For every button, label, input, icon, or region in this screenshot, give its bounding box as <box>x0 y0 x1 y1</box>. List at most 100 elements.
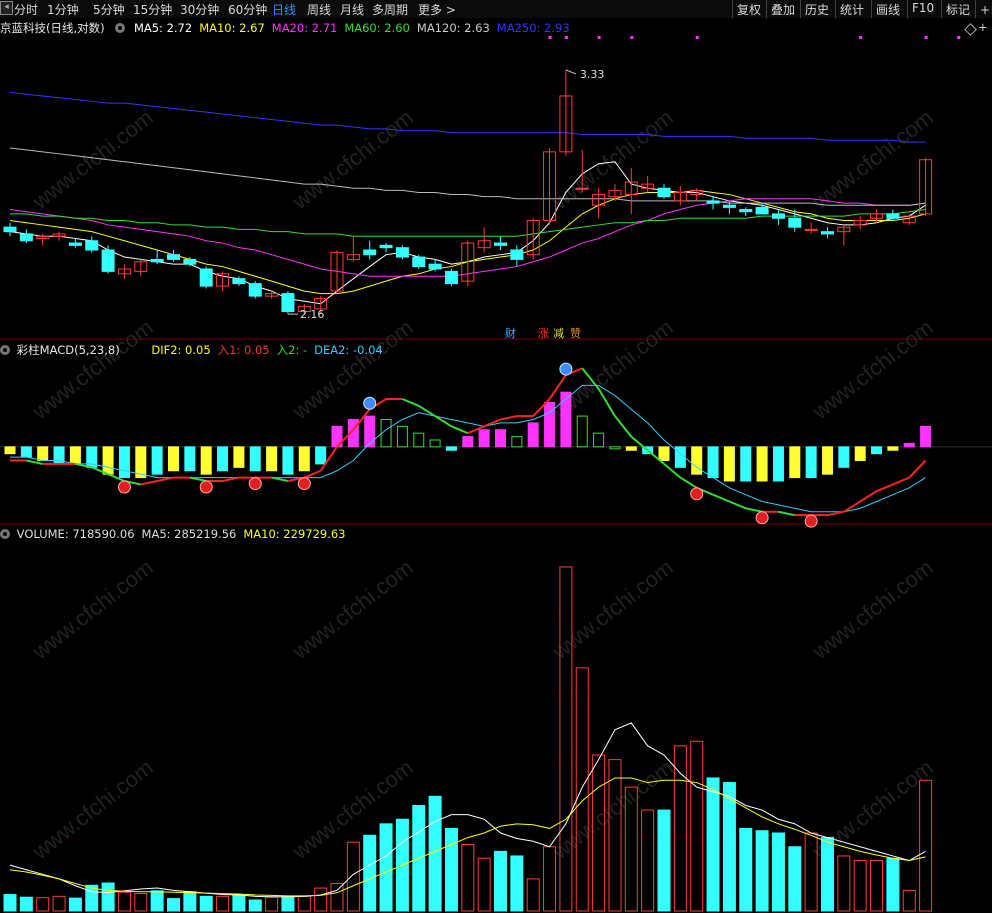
macd-bar <box>805 446 817 479</box>
volume-bar <box>330 882 344 912</box>
volume-bar <box>297 895 311 912</box>
signal-dot <box>859 36 863 39</box>
volume-bar <box>232 894 246 912</box>
macd-dif-segment <box>26 459 43 465</box>
volume-bar <box>886 857 900 912</box>
volume-bar <box>265 896 279 912</box>
macd-bar <box>527 422 539 448</box>
macd-bar <box>20 446 32 458</box>
volume-bar <box>167 898 180 912</box>
macd-settings-gear-icon[interactable] <box>0 345 10 355</box>
volume-bar <box>216 895 230 912</box>
watermark-text: www.cfchi.com <box>807 555 938 665</box>
macd-bar <box>789 446 801 479</box>
watermark-text: www.cfchi.com <box>547 105 678 215</box>
watermark-text: www.cfchi.com <box>27 555 158 665</box>
macd-dif-segment <box>500 415 518 421</box>
candle-body <box>150 258 164 263</box>
macd-bar <box>903 442 915 448</box>
ma-legend-item-5: MA250: 2.93 <box>496 21 570 35</box>
macd-legend-items: DIF2: 0.05 入1: 0.05 入2: - DEA2: -0.04 <box>151 343 389 357</box>
candle-body <box>788 217 802 228</box>
plus-icon[interactable]: + <box>978 20 988 34</box>
candle-body <box>183 258 197 265</box>
sell-signal-icon <box>363 396 377 410</box>
event-tag-3[interactable]: 赞 <box>570 325 581 341</box>
macd-legend-item-2: 入2: - <box>276 343 308 357</box>
macd-bar <box>445 446 457 451</box>
high-marker-line <box>565 69 577 75</box>
volume-bar <box>52 895 66 912</box>
buy-signal-icon <box>297 477 311 491</box>
macd-bar <box>838 446 850 468</box>
ma-legend-item-0: MA5: 2.72 <box>133 21 193 35</box>
signal-dot <box>630 36 634 39</box>
candle-body <box>755 206 769 215</box>
volume-legend: VOLUME: 718590.06 MA5: 285219.56 MA10: 229… <box>0 527 360 541</box>
macd-dif-segment <box>859 490 878 503</box>
ma-legend-item-2: MA20: 2.71 <box>271 21 338 35</box>
volume-bar <box>771 832 785 912</box>
signal-dot <box>564 36 568 39</box>
volume-bar <box>183 891 197 912</box>
macd-bar <box>707 446 719 479</box>
ma-legend: MA5: 2.72 MA10: 2.67 MA20: 2.71 MA60: 2.60 M… <box>134 21 577 35</box>
volume-bar <box>19 896 33 912</box>
buy-signal-icon <box>199 480 213 494</box>
volume-bar <box>870 860 884 912</box>
candle-body <box>232 278 246 285</box>
macd-bar <box>478 429 490 448</box>
macd-dif-segment <box>614 415 633 438</box>
macd-bar <box>740 446 752 482</box>
volume-settings-gear-icon[interactable] <box>0 529 10 539</box>
volume-bar <box>510 855 524 912</box>
macd-bar <box>396 425 408 448</box>
macd-bar <box>920 425 932 448</box>
volume-ma10-line <box>9 777 926 897</box>
macd-dif-segment <box>451 425 469 435</box>
macd-bar <box>118 446 130 479</box>
buy-signal-icon <box>690 487 704 501</box>
macd-bar <box>184 446 196 472</box>
candle-body <box>722 204 736 208</box>
candle-body <box>575 187 589 190</box>
candle-body <box>821 231 834 235</box>
signal-dot <box>924 36 928 39</box>
watermark-text: www.cfchi.com <box>547 555 678 665</box>
event-tag-0[interactable]: 财 <box>505 325 516 341</box>
signal-dot <box>695 36 699 39</box>
volume-bar <box>85 884 99 912</box>
macd-bar <box>266 446 278 472</box>
volume-bar <box>134 893 148 912</box>
macd-bar <box>69 446 81 465</box>
watermark-text: www.cfchi.com <box>287 105 418 215</box>
candle-body <box>363 249 377 256</box>
volume-bar <box>821 837 834 912</box>
candle-body <box>444 270 458 285</box>
volume-bar <box>788 846 802 912</box>
volume-bar <box>199 895 213 912</box>
candle-body <box>510 249 524 260</box>
candle-body <box>85 240 99 251</box>
macd-bar <box>822 446 833 475</box>
stock-title: 京蓝科技(日线,对数) <box>0 21 105 35</box>
macd-bar <box>102 446 114 475</box>
candle-body <box>167 254 180 260</box>
ma-legend-item-3: MA60: 2.60 <box>344 21 410 35</box>
macd-bar <box>854 446 866 462</box>
buy-signal-icon <box>755 511 769 525</box>
watermark-text: www.cfchi.com <box>27 315 158 425</box>
candle-body <box>68 242 82 246</box>
stock-chart[interactable]: www.cfchi.com www.cfchi.com www.cfchi.com w… <box>0 0 992 913</box>
event-tag-2[interactable]: 减 <box>553 325 564 341</box>
macd-dif-segment <box>156 476 174 482</box>
macd-bar <box>658 446 670 462</box>
price-legend: 京蓝科技(日线,对数) MA5: 2.72 MA10: 2.67 MA20: 2.7… <box>0 20 584 36</box>
candle-body <box>657 187 671 198</box>
event-tag-1[interactable]: 涨 <box>538 325 549 341</box>
candle-body <box>494 242 507 246</box>
volume-bar <box>739 827 753 912</box>
settings-gear-icon[interactable] <box>115 23 126 33</box>
macd-bar <box>576 415 588 448</box>
volume-bar <box>101 882 115 912</box>
